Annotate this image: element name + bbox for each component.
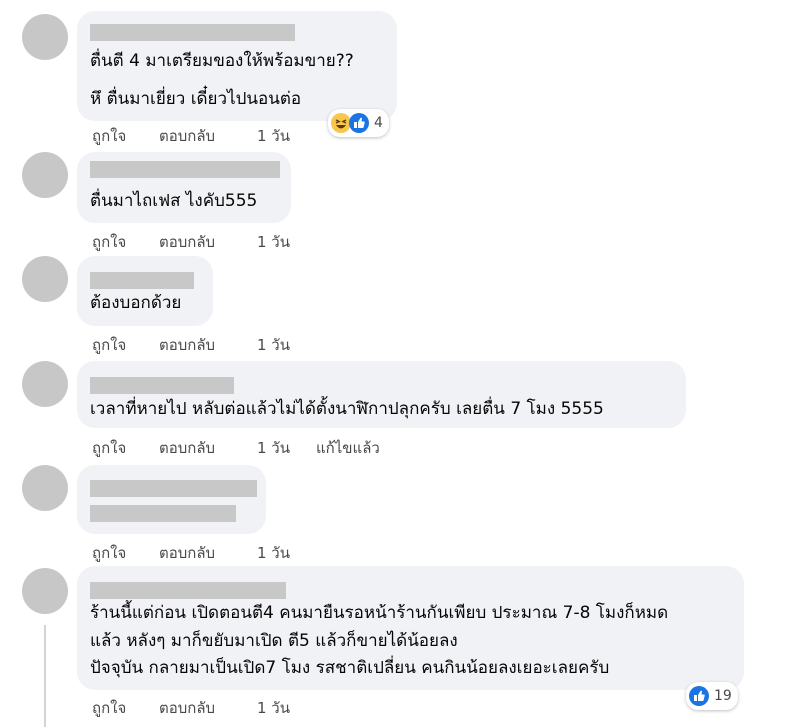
comment-bubble: ตื่นมาไถเฟส ไงคับ555 [77, 152, 291, 223]
redacted-author-name[interactable] [90, 161, 280, 178]
comment-text: ปัจจุบัน กลายมาเป็นเปิด7 โมง รสชาติเปลี่… [90, 658, 610, 678]
like-button[interactable]: ถูกใจ [92, 333, 126, 357]
reaction-count: 19 [714, 688, 732, 704]
comment-text: ร้านนี้แต่ก่อน เปิดตอนตี4 คนมายืนรอหน้าร… [90, 603, 669, 623]
like-icon [349, 113, 369, 133]
redacted-author-name[interactable] [90, 24, 295, 41]
reply-button[interactable]: ตอบกลับ [159, 124, 215, 148]
comment-text: หึ ตื่นมาเยี่ยว เดี๋ยวไปนอนต่อ [90, 89, 302, 109]
timestamp[interactable]: 1 วัน [257, 696, 290, 720]
comment-text: เวลาที่หายไป หลับต่อแล้วไม่ได้ตั้งนาฬิกา… [90, 399, 604, 419]
redacted-author-name[interactable] [90, 272, 194, 289]
redacted-author-name[interactable] [90, 582, 286, 599]
comment-bubble: ต้องบอกด้วย [77, 256, 213, 326]
reply-button[interactable]: ตอบกลับ [159, 333, 215, 357]
like-button[interactable]: ถูกใจ [92, 436, 126, 460]
like-button[interactable]: ถูกใจ [92, 541, 126, 565]
redacted-author-name[interactable] [90, 480, 257, 497]
timestamp[interactable]: 1 วัน [257, 333, 290, 357]
timestamp[interactable]: 1 วัน [257, 436, 290, 460]
like-button[interactable]: ถูกใจ [92, 230, 126, 254]
like-button[interactable]: ถูกใจ [92, 124, 126, 148]
comment-text: ตื่นมาไถเฟส ไงคับ555 [90, 191, 258, 211]
edited-label[interactable]: แก้ไขแล้ว [316, 436, 380, 460]
timestamp[interactable]: 1 วัน [257, 124, 290, 148]
avatar[interactable] [22, 568, 68, 614]
comment-text: แล้ว หลังๆ มาก็ขยับมาเปิด ตี5 แล้วก็ขายไ… [90, 631, 458, 651]
redacted-comment-text [90, 505, 236, 522]
avatar[interactable] [22, 361, 68, 407]
reply-button[interactable]: ตอบกลับ [159, 436, 215, 460]
like-button[interactable]: ถูกใจ [92, 696, 126, 720]
comment-bubble: ร้านนี้แต่ก่อน เปิดตอนตี4 คนมายืนรอหน้าร… [77, 566, 744, 690]
avatar[interactable] [22, 256, 68, 302]
reaction-summary[interactable]: 4 [328, 109, 389, 137]
timestamp[interactable]: 1 วัน [257, 230, 290, 254]
comment-text: ต้องบอกด้วย [90, 293, 182, 313]
timestamp[interactable]: 1 วัน [257, 541, 290, 565]
reaction-count: 4 [374, 115, 383, 131]
reply-button[interactable]: ตอบกลับ [159, 230, 215, 254]
comment-text: ตื่นตี 4 มาเตรียมของให้พร้อมขาย?? [90, 51, 354, 71]
avatar[interactable] [22, 14, 68, 60]
reply-button[interactable]: ตอบกลับ [159, 696, 215, 720]
comment-bubble: ตื่นตี 4 มาเตรียมของให้พร้อมขาย?? หึ ตื่… [77, 11, 397, 121]
like-icon [689, 686, 709, 706]
comment-bubble: เวลาที่หายไป หลับต่อแล้วไม่ได้ตั้งนาฬิกา… [77, 361, 686, 428]
reply-button[interactable]: ตอบกลับ [159, 541, 215, 565]
reply-thread-line [44, 625, 46, 727]
avatar[interactable] [22, 152, 68, 198]
reaction-summary[interactable]: 19 [686, 682, 738, 710]
comment-bubble [77, 465, 266, 534]
redacted-author-name[interactable] [90, 377, 234, 394]
avatar[interactable] [22, 465, 68, 511]
